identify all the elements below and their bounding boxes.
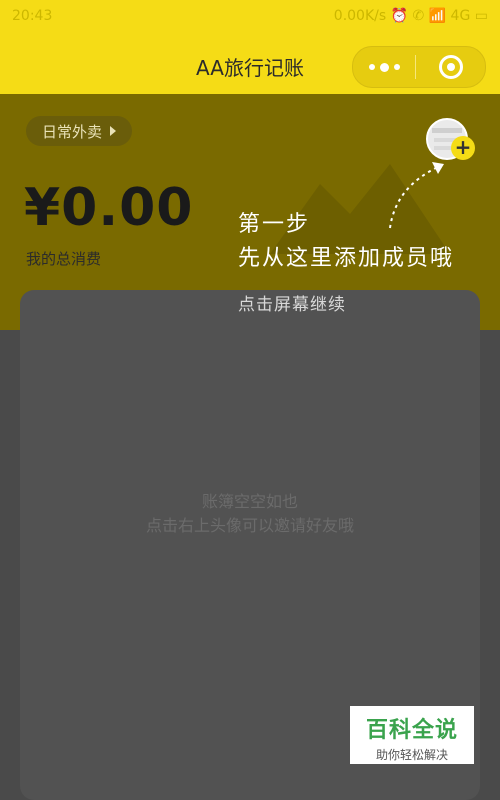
miniprogram-capsule [352, 46, 486, 88]
close-miniprogram-button[interactable] [416, 55, 485, 79]
target-icon [438, 55, 463, 79]
ledger-select-chip[interactable]: 日常外卖 [26, 116, 133, 146]
empty-state-hint: 点击右上头像可以邀请好友哦 [145, 516, 354, 535]
watermark-subtitle: 助你轻松解决 [375, 748, 448, 762]
more-dot-icon [379, 62, 389, 72]
more-dot-icon [393, 64, 400, 70]
nav-bar: AA旅行记账 [0, 34, 500, 94]
empty-state-title: 账簿空空如也 [201, 492, 298, 511]
status-time: 20:43 [12, 8, 53, 24]
guide-step-text: 先从这里添加成员哦 [238, 246, 455, 271]
status-icons: 0.00K/s ⏰ ✆ 📶 4G ▭ [333, 8, 488, 24]
add-member-plus-icon[interactable]: + [451, 136, 475, 160]
more-dot-icon [368, 64, 375, 70]
guide-step-title: 第一步 [238, 212, 311, 237]
watermark-title: 百科全说 [365, 718, 458, 743]
total-amount-label: 我的总消费 [26, 250, 102, 268]
status-bar: 20:43 0.00K/s ⏰ ✆ 📶 4G ▭ [0, 0, 500, 34]
guide-tap-hint[interactable]: 点击屏幕继续 [238, 290, 346, 315]
ledger-name: 日常外卖 [42, 122, 103, 141]
more-menu-button[interactable] [353, 47, 415, 87]
guide-arrow-icon [389, 162, 444, 229]
total-amount: ¥0.00 [24, 178, 194, 238]
watermark-logo: 百科全说 助你轻松解决 [350, 706, 474, 764]
caret-right-icon [110, 126, 117, 136]
